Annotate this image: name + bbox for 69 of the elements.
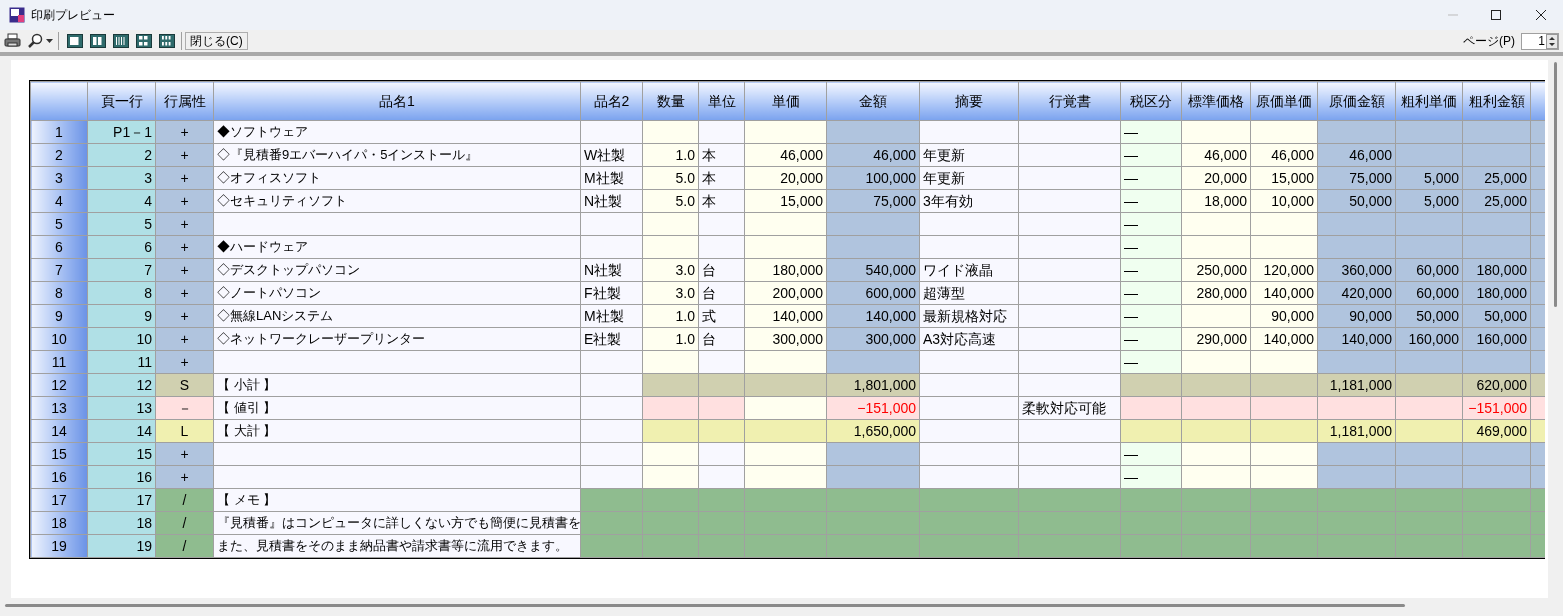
- table-cell: また、見積書をそのまま納品書や請求書等に流用できます。: [213, 534, 581, 558]
- vertical-scrollbar-thumb[interactable]: [1554, 62, 1557, 307]
- column-header: 粗利単価: [1395, 81, 1463, 121]
- table-cell: ◇デスクトップパソコン: [213, 258, 581, 282]
- column-header: 税区分: [1120, 81, 1182, 121]
- column-header: 品名2: [580, 81, 643, 121]
- column-header: 単位: [698, 81, 745, 121]
- horizontal-scrollbar-thumb[interactable]: [5, 603, 1405, 607]
- app-icon: [9, 7, 25, 23]
- row-header: 12: [30, 373, 88, 397]
- table-cell: 【 値引 】: [213, 396, 581, 420]
- row-header: 6: [30, 235, 88, 259]
- dropdown-caret-icon[interactable]: [46, 39, 53, 43]
- row-header: 10: [30, 327, 88, 351]
- table-cell: ◇ネットワークレーザープリンター: [213, 327, 581, 351]
- row-header: 7: [30, 258, 88, 282]
- table-cell: ◇オフィスソフト: [213, 166, 581, 190]
- page-spinner[interactable]: 1: [1521, 32, 1559, 50]
- column-header: 品名1: [213, 81, 581, 121]
- close-button[interactable]: 閉じる(C): [185, 32, 248, 50]
- row-header: 4: [30, 189, 88, 213]
- row-header: 3: [30, 166, 88, 190]
- table-cell: 【 小計 】: [213, 373, 581, 397]
- close-icon[interactable]: [1535, 9, 1547, 21]
- row-header: 11: [30, 350, 88, 374]
- row-header: 2: [30, 143, 88, 167]
- search-icon[interactable]: [27, 33, 43, 49]
- column-header: 標準価格: [1181, 81, 1251, 121]
- row-header: 1: [30, 120, 88, 144]
- table-cell: ◆ハードウェア: [213, 235, 581, 259]
- page-label: ページ(P): [1463, 33, 1515, 50]
- table-cell: ◆ソフトウェア: [213, 120, 581, 144]
- row-header: 17: [30, 488, 88, 512]
- column-header: 行属性: [155, 81, 214, 121]
- column-header: 数量: [642, 81, 699, 121]
- spin-arrows-icon[interactable]: [1546, 33, 1558, 49]
- page-layout-icon[interactable]: [67, 33, 83, 49]
- row-header: 19: [30, 534, 88, 558]
- table-cell: 【 メモ 】: [213, 488, 581, 512]
- printer-icon[interactable]: [4, 33, 21, 49]
- column-header: 単価: [744, 81, 827, 121]
- column-header: 摘要: [919, 81, 1019, 121]
- page-layout-icon[interactable]: [90, 33, 106, 49]
- table-cell: ◇セキュリティソフト: [213, 189, 581, 213]
- row-header: 5: [30, 212, 88, 236]
- row-header: 9: [30, 304, 88, 328]
- table-cell: ◇『見積番9エバーハイパ・5インストール』: [213, 143, 581, 167]
- column-header: 行覚書: [1018, 81, 1121, 121]
- maximize-icon[interactable]: [1490, 9, 1502, 21]
- column-header: 原価単価: [1250, 81, 1318, 121]
- column-header: 原価金額: [1317, 81, 1396, 121]
- table-cell: 『見積番』はコンピュータに詳しくない方でも簡便に見積書を: [213, 511, 581, 535]
- row-header: 8: [30, 281, 88, 305]
- table-cell: ◇無線LANシステム: [213, 304, 581, 328]
- table-cell: 【 大計 】: [213, 419, 581, 443]
- column-header: 頁一行: [87, 81, 156, 121]
- row-header: 18: [30, 511, 88, 535]
- page-layout-icon[interactable]: [136, 33, 152, 49]
- row-header: 13: [30, 396, 88, 420]
- row-header: 14: [30, 419, 88, 443]
- page-layout-icon[interactable]: [159, 33, 175, 49]
- table-cell: ◇ノートパソコン: [213, 281, 581, 305]
- row-header: 15: [30, 442, 88, 466]
- column-header: 粗利金額: [1462, 81, 1531, 121]
- corner-header: [30, 81, 88, 121]
- window-title: 印刷プレビュー: [31, 7, 115, 24]
- page-layout-icon[interactable]: [113, 33, 129, 49]
- column-header: 金額: [826, 81, 920, 121]
- row-header: 16: [30, 465, 88, 489]
